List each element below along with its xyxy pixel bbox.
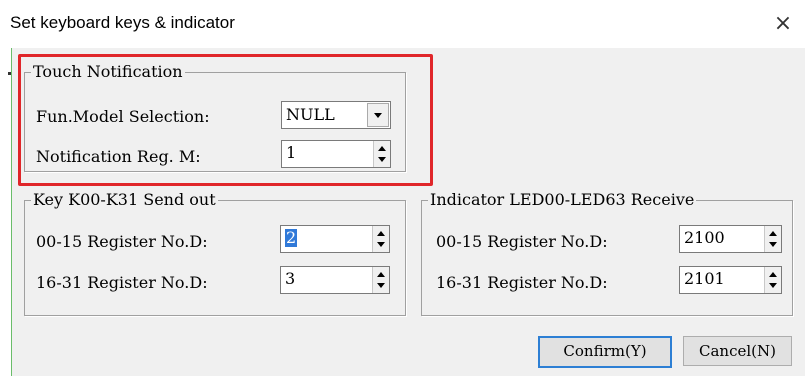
key-row2-stepper[interactable]: 3 — [280, 266, 390, 294]
indicator-receive-legend: Indicator LED00-LED63 Receive — [430, 190, 695, 209]
confirm-button[interactable]: Confirm(Y) — [538, 336, 672, 368]
key-row1-value: 2 — [285, 228, 298, 247]
indicator-row1-value: 2100 — [684, 228, 725, 247]
indicator-row2-label: 16-31 Register No.D: — [436, 273, 608, 292]
stepper-arrows-icon[interactable] — [372, 267, 389, 293]
stepper-arrows-icon[interactable] — [764, 226, 781, 252]
indicator-row2-value: 2101 — [684, 269, 725, 288]
title-bar: Set keyboard keys & indicator × — [0, 0, 805, 48]
close-icon[interactable]: × — [761, 4, 805, 44]
key-send-legend: Key K00-K31 Send out — [33, 190, 216, 209]
indicator-row1-label: 00-15 Register No.D: — [436, 232, 608, 251]
highlight-box — [18, 54, 433, 186]
stepper-arrows-icon[interactable] — [764, 267, 781, 293]
edge-marker — [8, 72, 11, 75]
key-row2-label: 16-31 Register No.D: — [36, 273, 208, 292]
indicator-receive-group: Indicator LED00-LED63 Receive — [421, 192, 793, 316]
key-row1-stepper[interactable]: 2 — [280, 225, 390, 253]
stepper-arrows-icon[interactable] — [372, 226, 389, 252]
cancel-button[interactable]: Cancel(N) — [683, 336, 792, 366]
key-row1-label: 00-15 Register No.D: — [36, 232, 208, 251]
window-left-edge — [0, 48, 12, 376]
key-send-group: Key K00-K31 Send out — [24, 192, 406, 316]
indicator-row1-stepper[interactable]: 2100 — [679, 225, 782, 253]
indicator-row2-stepper[interactable]: 2101 — [679, 266, 782, 294]
window-title: Set keyboard keys & indicator — [10, 13, 235, 32]
key-row2-value: 3 — [285, 269, 296, 288]
